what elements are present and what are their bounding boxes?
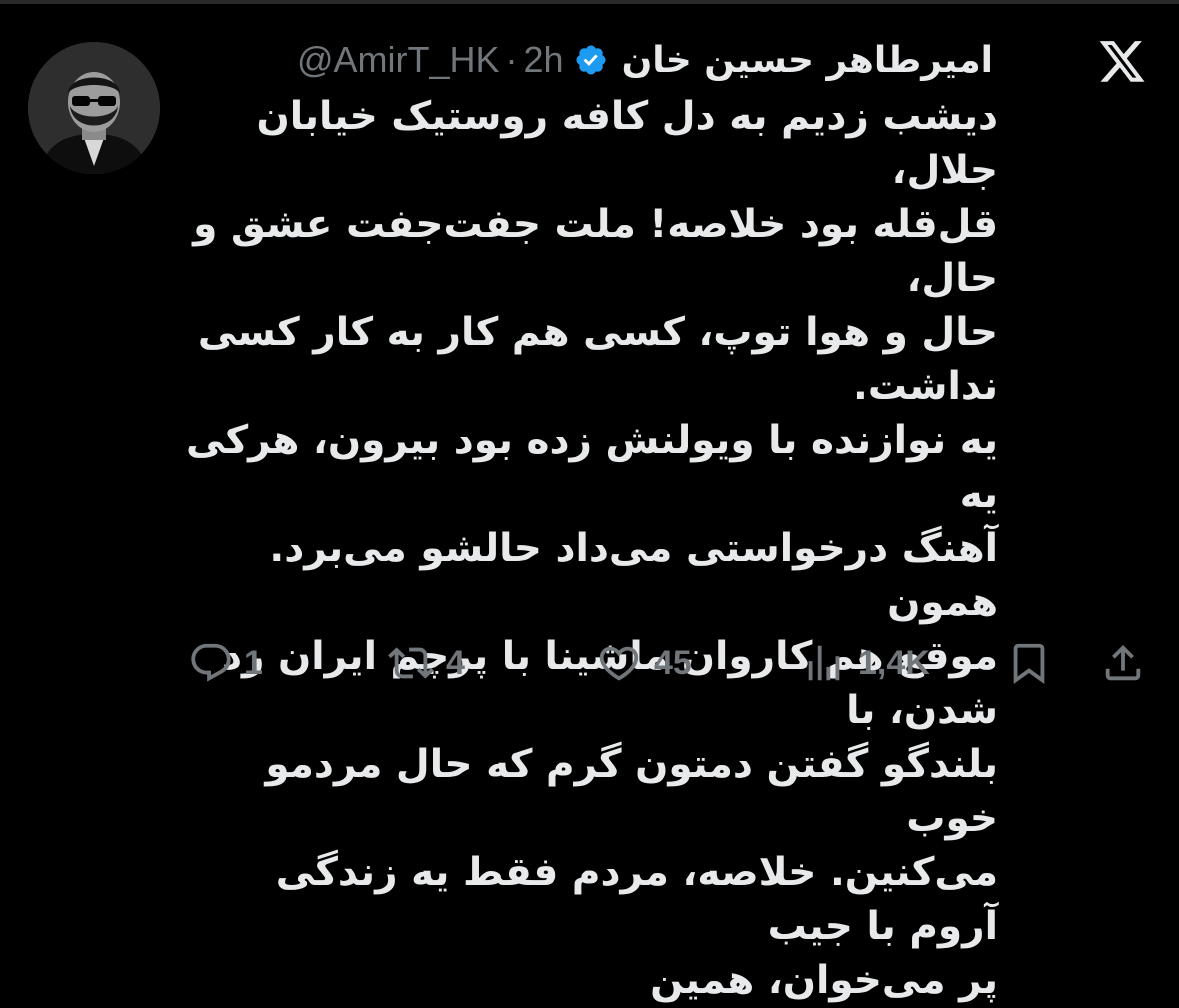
avatar[interactable] — [28, 42, 160, 174]
repost-button[interactable]: 4 — [386, 638, 465, 688]
separator-dot: · — [505, 39, 518, 80]
verified-badge-icon — [576, 45, 606, 75]
repost-icon — [388, 647, 434, 679]
heart-icon — [599, 646, 639, 681]
author-handle[interactable]: @AmirT_HK — [297, 39, 500, 81]
reply-count: 1 — [244, 643, 263, 682]
bookmark-icon — [1013, 643, 1045, 684]
analytics-icon — [808, 645, 840, 681]
x-logo-icon[interactable] — [1097, 40, 1147, 86]
tweet-header: @AmirT_HK · 2h امیرطاهر حسین خان — [297, 34, 993, 86]
tweet-time[interactable]: 2h — [524, 39, 564, 81]
top-divider — [0, 0, 1179, 4]
bookmark-button[interactable] — [1006, 638, 1052, 688]
views-count: 1,4K — [858, 643, 930, 682]
reply-icon — [191, 643, 231, 682]
views-button[interactable]: 1,4K — [800, 638, 930, 688]
share-button[interactable] — [1100, 638, 1146, 688]
tweet-text: دیشب زدیم به دل کافه روستیک خیابان جلال،… — [186, 94, 998, 1003]
reply-button[interactable]: 1 — [188, 638, 263, 688]
repost-count: 4 — [446, 643, 465, 682]
share-icon — [1105, 644, 1141, 681]
like-button[interactable]: 45 — [594, 638, 692, 688]
like-count: 45 — [654, 643, 692, 682]
author-name[interactable]: امیرطاهر حسین خان — [622, 40, 993, 81]
profile-photo — [28, 42, 160, 174]
tweet-actions: 1 4 45 1,4K — [0, 638, 1179, 688]
